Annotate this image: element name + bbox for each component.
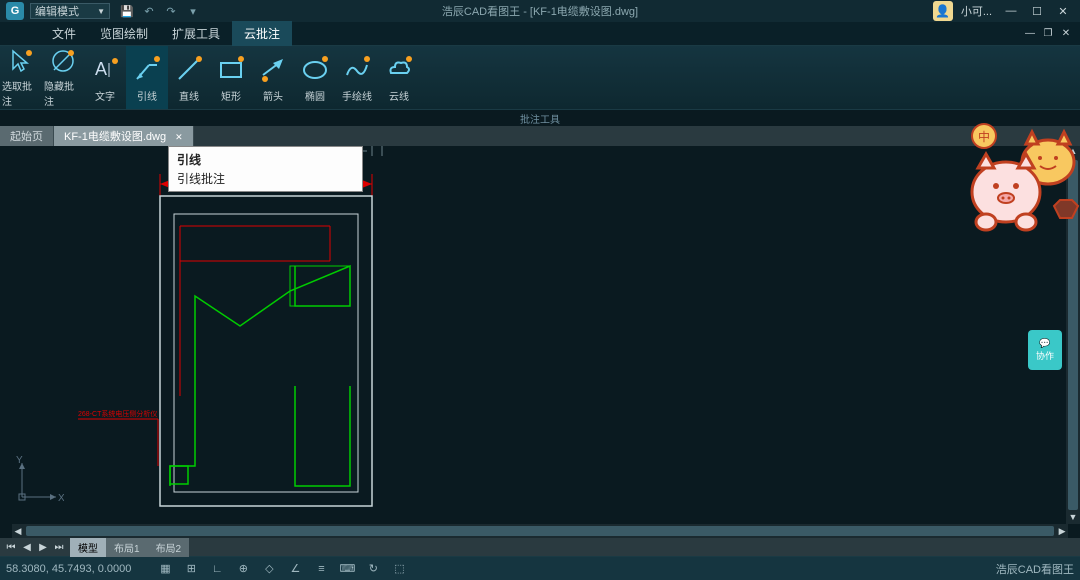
osnap-toggle-icon[interactable]: ◇ bbox=[261, 561, 277, 577]
ribbon-cursor-button[interactable]: 选取批注 bbox=[0, 46, 42, 109]
svg-text:A: A bbox=[95, 59, 107, 79]
menu-file[interactable]: 文件 bbox=[40, 21, 88, 46]
layout-next-icon[interactable]: ▶ bbox=[36, 542, 50, 553]
tab-start-page[interactable]: 起始页 bbox=[0, 126, 54, 146]
ribbon: 选取批注隐藏批注A文字引线直线矩形箭头椭圆手绘线云线 批注工具 bbox=[0, 46, 1080, 126]
mode-select[interactable]: 编辑模式 ▼ bbox=[30, 3, 110, 19]
qat-dropdown-icon[interactable]: ▾ bbox=[186, 4, 200, 18]
brand-label: 浩辰CAD看图王 bbox=[996, 561, 1074, 577]
undo-icon[interactable]: ↶ bbox=[142, 4, 156, 18]
rect-icon bbox=[215, 53, 247, 85]
layout-first-icon[interactable]: ⏮ bbox=[4, 542, 18, 553]
menu-cloud-annotate[interactable]: 云批注 bbox=[232, 21, 292, 46]
layout-tab-model[interactable]: 模型 bbox=[70, 538, 106, 557]
doc-close-button[interactable]: ✕ bbox=[1058, 27, 1074, 41]
mascot[interactable]: 中 bbox=[960, 122, 1080, 245]
ribbon-cloud-button[interactable]: 云线 bbox=[378, 46, 420, 109]
ucs-icon: Y X bbox=[14, 455, 64, 508]
redo-icon[interactable]: ↷ bbox=[164, 4, 178, 18]
title-bar: G 编辑模式 ▼ 💾 ↶ ↷ ▾ 浩辰CAD看图王 - [KF-1电缆敷设图.d… bbox=[0, 0, 1080, 22]
doc-minimize-button[interactable]: — bbox=[1022, 27, 1038, 41]
coordinates: 58.3080, 45.7493, 0.0000 bbox=[6, 563, 131, 575]
cloud-icon bbox=[383, 53, 415, 85]
svg-text:X: X bbox=[58, 493, 64, 504]
dyn-toggle-icon[interactable]: ⌨ bbox=[339, 561, 355, 577]
ribbon-text-button[interactable]: A文字 bbox=[84, 46, 126, 109]
save-icon[interactable]: 💾 bbox=[120, 4, 134, 18]
app-logo: G bbox=[6, 2, 24, 20]
menu-view-draw[interactable]: 览图绘制 bbox=[88, 21, 160, 46]
quick-access-toolbar: 💾 ↶ ↷ ▾ bbox=[120, 4, 200, 18]
scroll-right-icon[interactable]: ▶ bbox=[1056, 526, 1068, 537]
ribbon-ellipse-button[interactable]: 椭圆 bbox=[294, 46, 336, 109]
scroll-down-icon[interactable]: ▼ bbox=[1069, 512, 1078, 524]
tooltip: 引线 引线批注 bbox=[168, 146, 363, 192]
drawing-canvas[interactable]: 引线 引线批注 19.0773 268-CT系统电压侧分析仪 bbox=[0, 146, 1080, 538]
svg-text:中: 中 bbox=[978, 129, 990, 144]
dropdown-icon: ▼ bbox=[97, 7, 105, 16]
document-tabs: 起始页 KF-1电缆敷设图.dwg ✕ bbox=[0, 126, 1080, 146]
tooltip-text: 引线批注 bbox=[177, 170, 354, 187]
scroll-left-icon[interactable]: ◀ bbox=[12, 526, 24, 537]
menu-bar: 文件 览图绘制 扩展工具 云批注 — ❐ ✕ bbox=[0, 22, 1080, 46]
tab-current-drawing[interactable]: KF-1电缆敷设图.dwg ✕ bbox=[54, 126, 194, 146]
ribbon-rect-button[interactable]: 矩形 bbox=[210, 46, 252, 109]
minimize-button[interactable]: — bbox=[1000, 3, 1022, 19]
doc-restore-button[interactable]: ❐ bbox=[1040, 27, 1056, 41]
ortho-toggle-icon[interactable]: ∟ bbox=[209, 561, 225, 577]
snap-toggle-icon[interactable]: ⊞ bbox=[183, 561, 199, 577]
layout-tabs: ⏮ ◀ ▶ ⏭ 模型 布局1 布局2 bbox=[0, 538, 1080, 556]
drawing-svg: 19.0773 268-CT系统电压侧分析仪 bbox=[0, 146, 1060, 524]
ribbon-freehand-button[interactable]: 手绘线 bbox=[336, 46, 378, 109]
line-icon bbox=[173, 53, 205, 85]
hide-icon bbox=[47, 47, 79, 75]
ellipse-icon bbox=[299, 53, 331, 85]
collab-button[interactable]: 💬 协作 bbox=[1028, 330, 1062, 370]
user-name: 小可... bbox=[961, 3, 992, 19]
layout-prev-icon[interactable]: ◀ bbox=[20, 542, 34, 553]
grid-toggle-icon[interactable]: ▦ bbox=[157, 561, 173, 577]
leader-icon bbox=[131, 53, 163, 85]
window-title: 浩辰CAD看图王 - [KF-1电缆敷设图.dwg] bbox=[442, 3, 638, 19]
lineweight-toggle-icon[interactable]: ≡ bbox=[313, 561, 329, 577]
layout-tab-2[interactable]: 布局2 bbox=[148, 538, 190, 557]
ribbon-hide-button[interactable]: 隐藏批注 bbox=[42, 46, 84, 109]
menu-extend-tools[interactable]: 扩展工具 bbox=[160, 21, 232, 46]
otrack-toggle-icon[interactable]: ∠ bbox=[287, 561, 303, 577]
layout-last-icon[interactable]: ⏭ bbox=[52, 542, 66, 553]
leader-label: 268-CT系统电压侧分析仪 bbox=[78, 409, 157, 418]
ribbon-leader-button[interactable]: 引线 bbox=[126, 46, 168, 109]
cycle-toggle-icon[interactable]: ↻ bbox=[365, 561, 381, 577]
maximize-button[interactable]: ☐ bbox=[1026, 3, 1048, 19]
horizontal-scrollbar[interactable]: ◀ ▶ bbox=[12, 524, 1068, 538]
status-bar: 58.3080, 45.7493, 0.0000 ▦ ⊞ ∟ ⊕ ◇ ∠ ≡ ⌨… bbox=[0, 556, 1080, 580]
user-avatar[interactable]: 👤 bbox=[933, 1, 953, 21]
arrow-icon bbox=[257, 53, 289, 85]
tooltip-title: 引线 bbox=[177, 151, 354, 168]
selection-toggle-icon[interactable]: ⬚ bbox=[391, 561, 407, 577]
hscroll-thumb[interactable] bbox=[26, 526, 1054, 536]
layout-tab-1[interactable]: 布局1 bbox=[106, 538, 148, 557]
mode-select-value: 编辑模式 bbox=[35, 3, 79, 19]
text-icon: A bbox=[89, 53, 121, 85]
close-button[interactable]: ✕ bbox=[1052, 3, 1074, 19]
cursor-icon bbox=[5, 47, 37, 75]
ribbon-group-label: 批注工具 bbox=[0, 110, 1080, 126]
chat-icon: 💬 bbox=[1039, 338, 1050, 349]
close-icon[interactable]: ✕ bbox=[175, 132, 183, 142]
ribbon-arrow-button[interactable]: 箭头 bbox=[252, 46, 294, 109]
ribbon-line-button[interactable]: 直线 bbox=[168, 46, 210, 109]
polar-toggle-icon[interactable]: ⊕ bbox=[235, 561, 251, 577]
freehand-icon bbox=[341, 53, 373, 85]
